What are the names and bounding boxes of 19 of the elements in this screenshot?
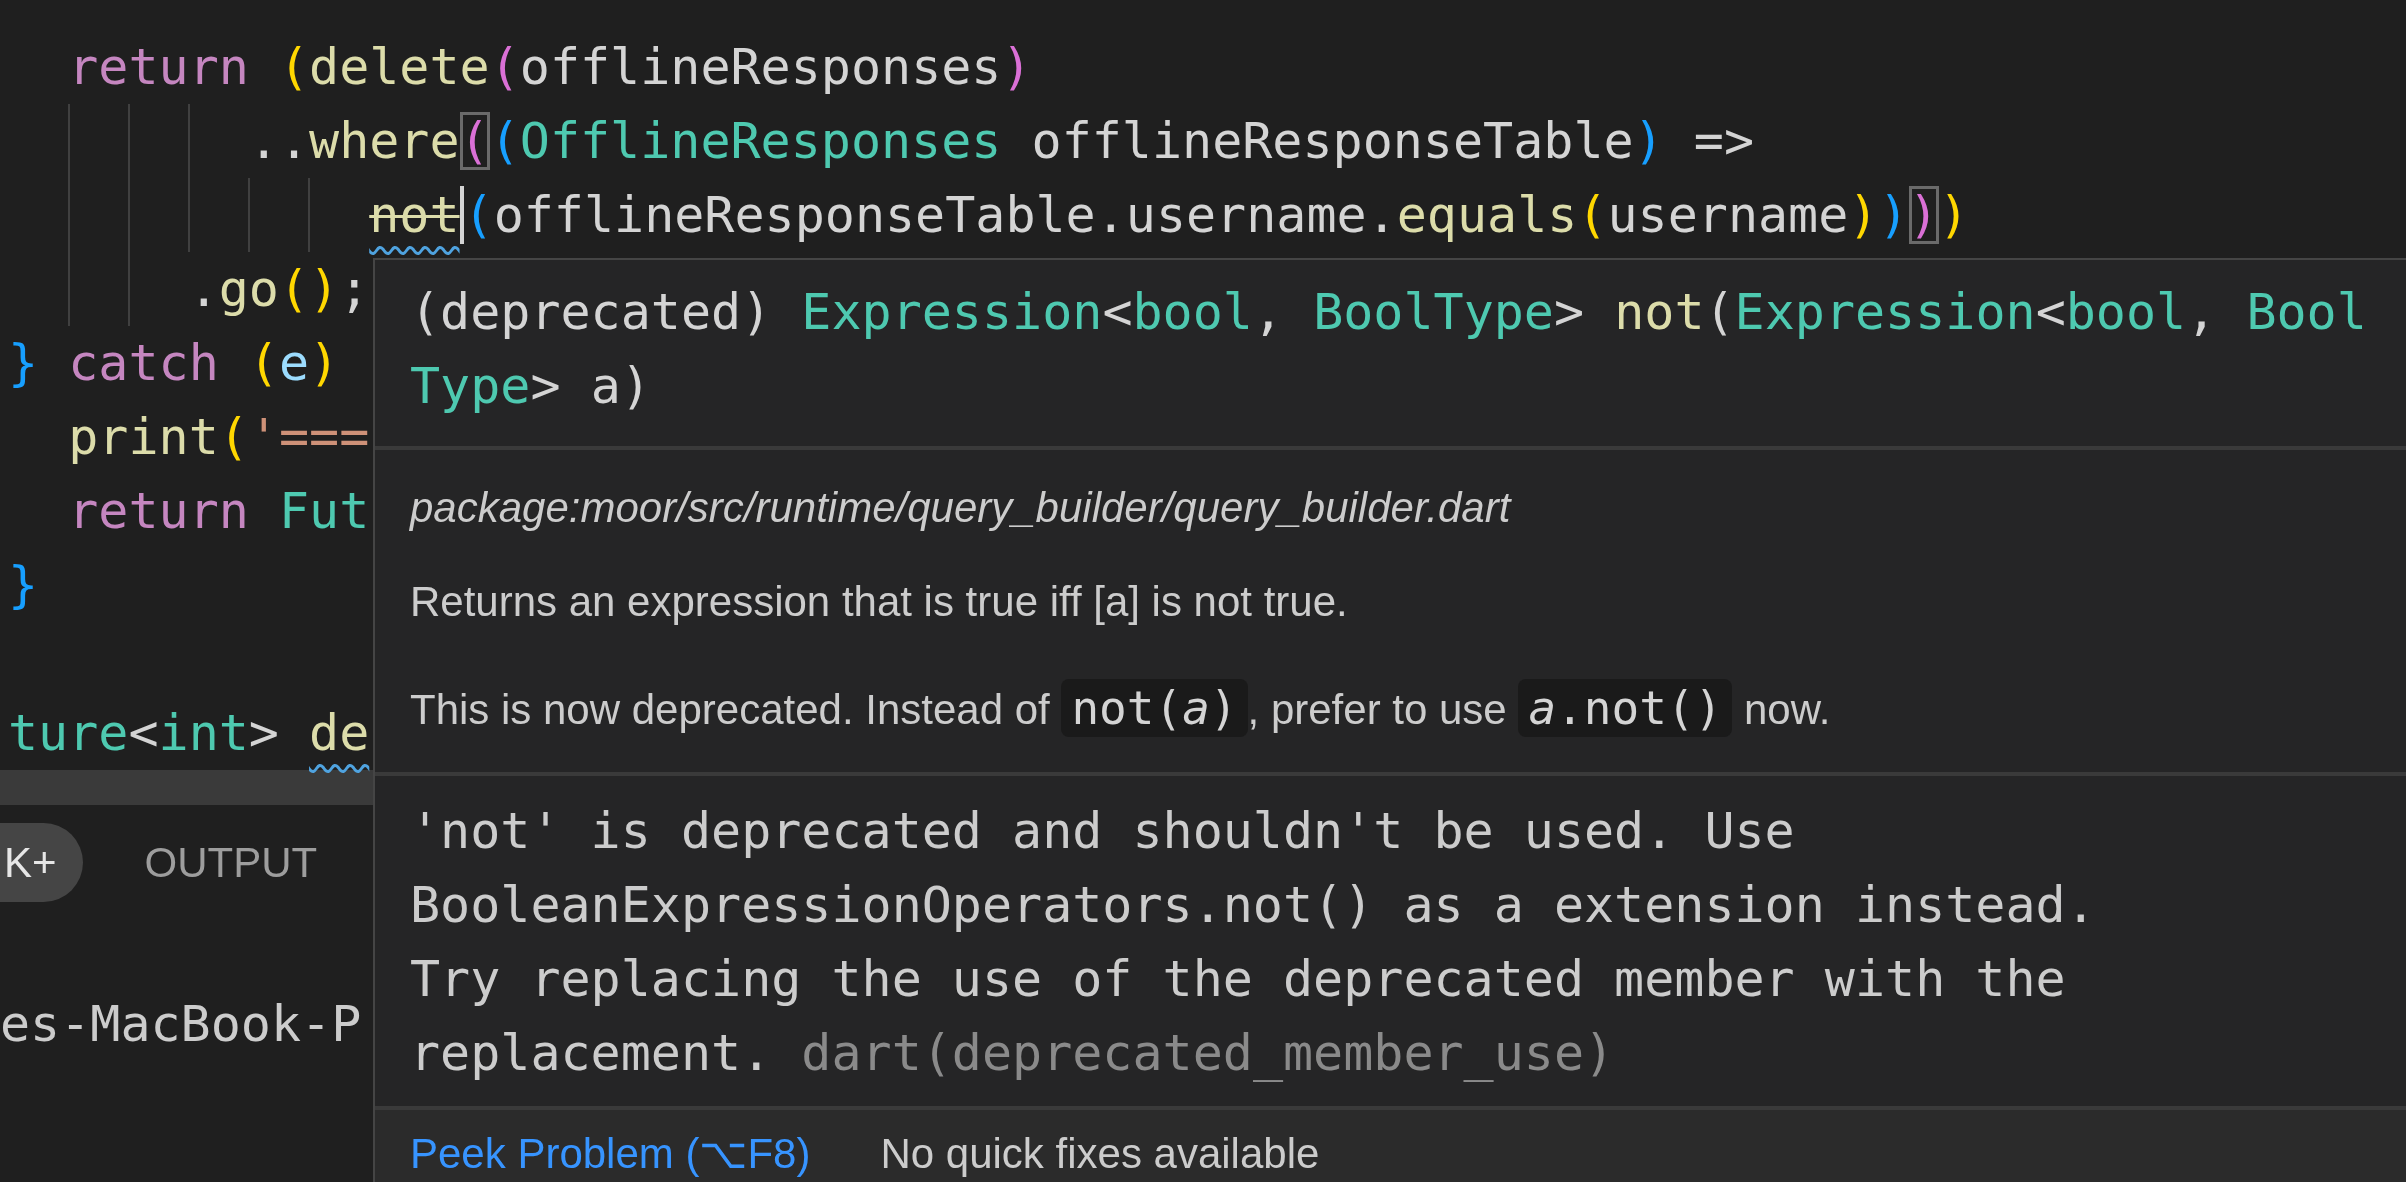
code-line: .go();	[8, 252, 370, 326]
peek-problem-link[interactable]: Peek Problem (⌥F8)	[410, 1122, 811, 1182]
signature-text: (deprecated) Expression<bool, BoolType> not(Expression<bool, BoolType> a)	[409, 282, 2368, 417]
problem-message: 'not' is deprecated and shouldn't be used. Use BooleanExpressionOperators.not() as a extension instead. Try replacing the use of the deprecated member with the replacement. dart(deprecated_member_use)	[409, 801, 2097, 1084]
terminal-text: es-MacBook-P	[0, 995, 362, 1053]
code-line: ..where((OfflineResponses offlineResponseTable) =>	[8, 104, 1755, 178]
status-text: No quick fixes available	[880, 1129, 1320, 1179]
doc-paragraph: This is now deprecated. Instead of not(a) , prefer to use a.not() now.	[410, 678, 1832, 739]
code-line: return Fut	[67, 481, 370, 542]
code-line: }	[8, 555, 39, 616]
panel-tab[interactable]: OUTPUT	[144, 831, 318, 894]
source-path: package:moor/src/runtime/query_builder/query_builder.dart	[410, 483, 1513, 533]
code-line: ture<int> de	[8, 703, 370, 764]
code-line: return (delete(offlineResponses)	[67, 37, 1032, 98]
code-line: not(offlineResponseTable.username.equals(username))))	[8, 178, 1969, 252]
count-badge: K+	[0, 823, 83, 902]
code-line: } catch (e)	[8, 333, 340, 394]
code-line: print('===	[67, 407, 370, 468]
doc-paragraph: Returns an expression that is true iff [a] is not true.	[410, 577, 1349, 627]
